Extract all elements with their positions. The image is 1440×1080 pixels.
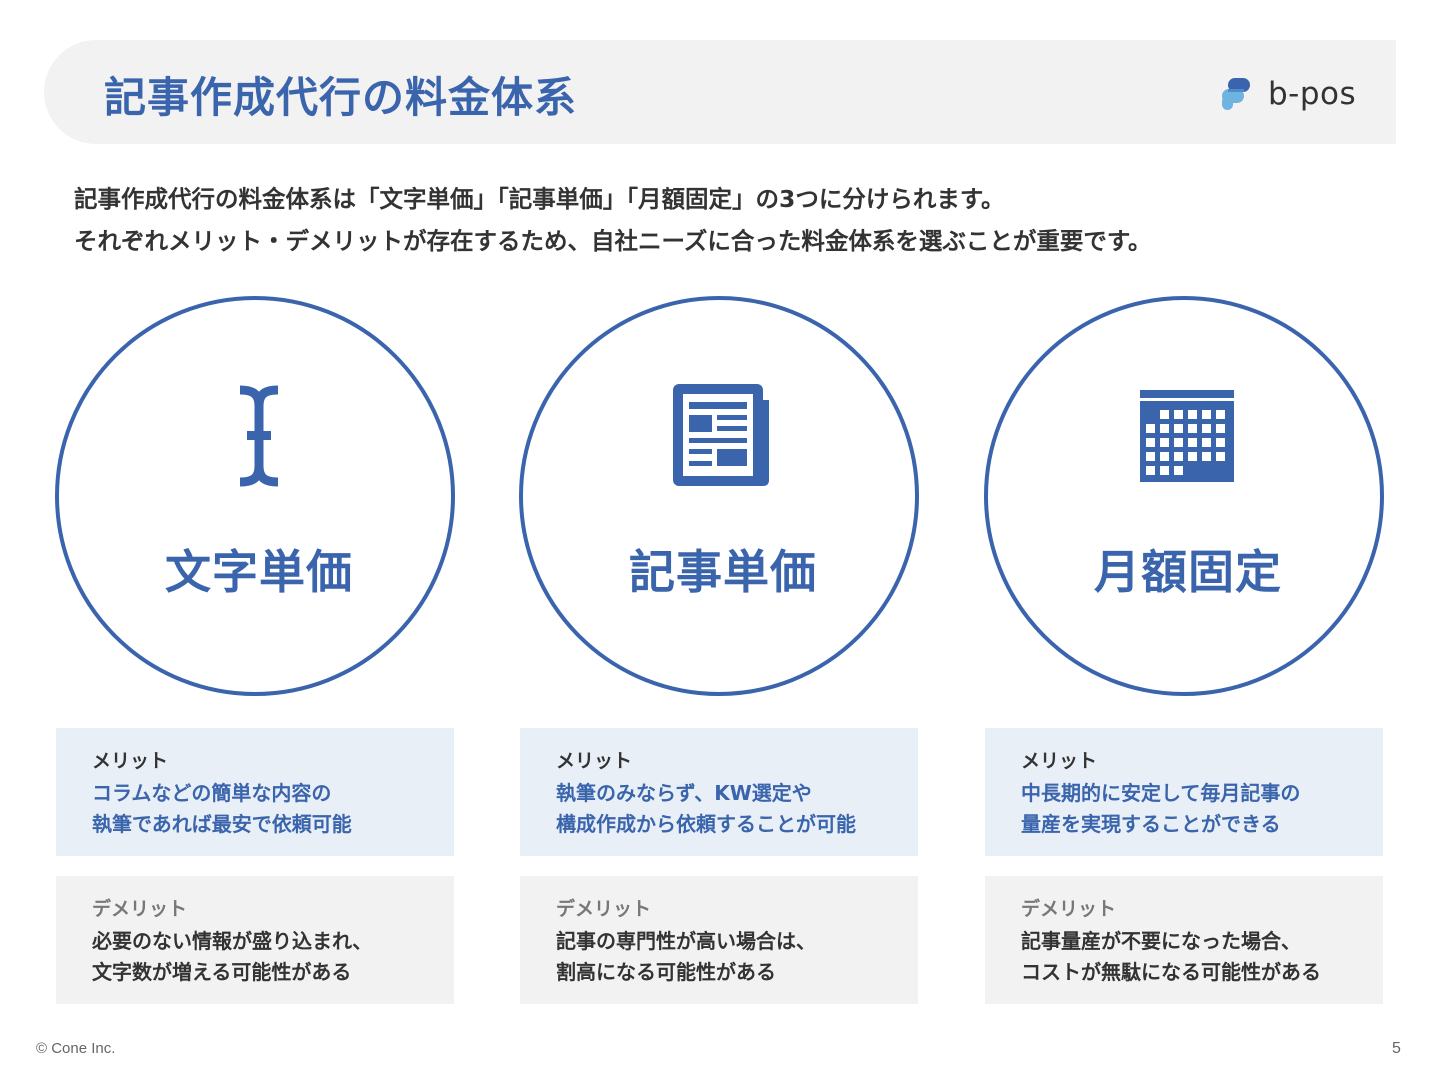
demerit-line: 記事の専門性が高い場合は、 <box>556 929 816 953</box>
demerit-box: デメリット 必要のない情報が盛り込まれ、 文字数が増える可能性がある <box>56 876 454 1004</box>
intro-line-1: 記事作成代行の料金体系は「文字単価」「記事単価」「月額固定」の3つに分けられます… <box>74 185 1005 213</box>
calendar-icon <box>1140 390 1234 482</box>
merit-line: 中長期的に安定して毎月記事の <box>1021 781 1301 805</box>
pricing-circle: 月額固定 <box>984 296 1384 696</box>
merit-line: 構成作成から依頼することが可能 <box>556 812 856 836</box>
demerit-heading: デメリット <box>556 898 652 920</box>
copyright: © Cone Inc. <box>36 1040 116 1057</box>
demerit-line: コストが無駄になる可能性がある <box>1021 960 1321 984</box>
demerit-line: 必要のない情報が盛り込まれ、 <box>92 929 373 953</box>
pricing-label: 月額固定 <box>1094 545 1282 599</box>
intro-text: 記事作成代行の料金体系は「文字単価」「記事単価」「月額固定」の3つに分けられます… <box>74 178 1374 262</box>
demerit-heading: デメリット <box>1021 898 1117 920</box>
demerit-box: デメリット 記事量産が不要になった場合、 コストが無駄になる可能性がある <box>985 876 1383 1004</box>
pricing-column-monthly-fixed: 月額固定 メリット 中長期的に安定して毎月記事の 量産を実現することができる デ… <box>984 296 1384 1006</box>
pricing-column-article-rate: 記事単価 メリット 執筆のみならず、KW選定や 構成作成から依頼することが可能 … <box>519 296 919 1006</box>
text-cursor-icon <box>239 385 279 487</box>
merit-heading: メリット <box>556 750 633 772</box>
merit-line: 執筆のみならず、KW選定や <box>556 781 812 805</box>
demerit-box: デメリット 記事の専門性が高い場合は、 割高になる可能性がある <box>520 876 918 1004</box>
b-pos-logo-icon <box>1222 78 1250 110</box>
demerit-line: 記事量産が不要になった場合、 <box>1021 929 1301 953</box>
pricing-circle: 記事単価 <box>519 296 919 696</box>
pricing-label: 記事単価 <box>629 545 817 599</box>
header-bar: 記事作成代行の料金体系 b-pos <box>44 40 1396 144</box>
merit-heading: メリット <box>92 750 169 772</box>
demerit-line: 文字数が増える可能性がある <box>92 960 352 984</box>
merit-box: メリット コラムなどの簡単な内容の 執筆であれば最安で依頼可能 <box>56 728 454 856</box>
logo: b-pos <box>1220 74 1356 114</box>
page-title: 記事作成代行の料金体系 <box>104 73 578 122</box>
demerit-heading: デメリット <box>92 898 188 920</box>
merit-line: 量産を実現することができる <box>1021 812 1281 836</box>
pricing-circle: 文字単価 <box>55 296 455 696</box>
merit-line: 執筆であれば最安で依頼可能 <box>92 812 352 836</box>
merit-box: メリット 執筆のみならず、KW選定や 構成作成から依頼することが可能 <box>520 728 918 856</box>
intro-line-2: それぞれメリット・デメリットが存在するため、自社ニーズに合った料金体系を選ぶこと… <box>74 227 1152 255</box>
logo-text: b-pos <box>1268 76 1357 112</box>
pricing-label: 文字単価 <box>165 545 353 599</box>
merit-box: メリット 中長期的に安定して毎月記事の 量産を実現することができる <box>985 728 1383 856</box>
merit-line: コラムなどの簡単な内容の <box>92 781 332 805</box>
merit-heading: メリット <box>1021 750 1098 772</box>
newspaper-icon <box>673 384 769 486</box>
demerit-line: 割高になる可能性がある <box>556 960 776 984</box>
page-number: 5 <box>1392 1040 1401 1057</box>
pricing-column-character-rate: 文字単価 メリット コラムなどの簡単な内容の 執筆であれば最安で依頼可能 デメリ… <box>55 296 455 1006</box>
